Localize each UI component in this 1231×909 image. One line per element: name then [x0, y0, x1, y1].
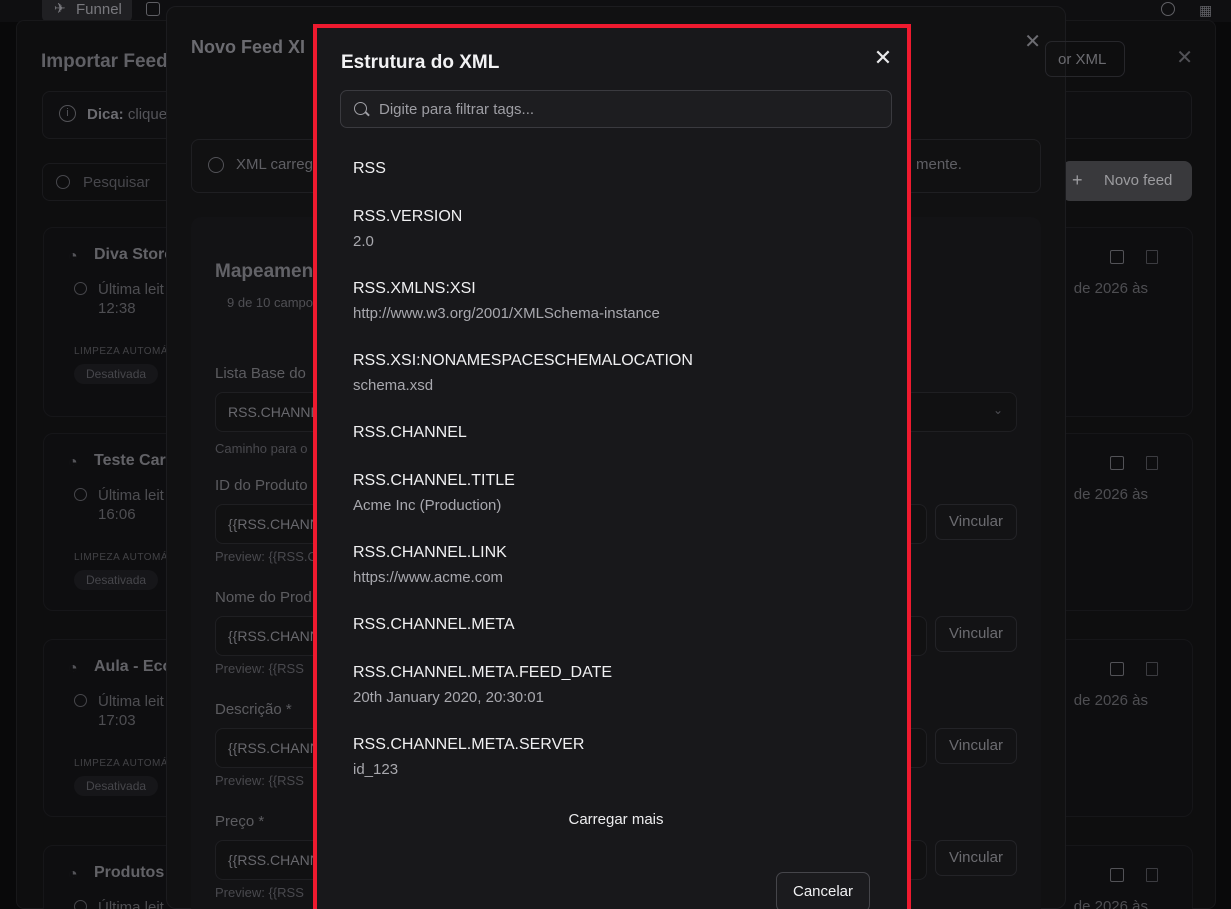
- tag-value: id_123: [353, 761, 399, 778]
- cancel-button[interactable]: Cancelar: [776, 872, 870, 909]
- tag-name: RSS.XMLNS:XSI: [353, 280, 476, 297]
- tag-filter-field: [340, 90, 892, 128]
- tag-name: RSS.CHANNEL.LINK: [353, 544, 507, 561]
- tag-name: RSS.CHANNEL.META: [353, 616, 515, 633]
- close-icon[interactable]: ✕: [871, 46, 895, 70]
- tag-item[interactable]: RSS.CHANNEL.META: [353, 616, 873, 634]
- tag-value: 20th January 2020, 20:30:01: [353, 689, 544, 706]
- tag-item[interactable]: RSS.XSI:NONAMESPACESCHEMALOCATION schema…: [353, 352, 873, 394]
- tag-value: Acme Inc (Production): [353, 497, 502, 514]
- load-more-button[interactable]: Carregar mais: [317, 811, 907, 828]
- tag-filter-input[interactable]: [379, 91, 879, 127]
- tag-name: RSS.CHANNEL: [353, 424, 467, 441]
- tag-value: 2.0: [353, 233, 374, 250]
- tag-item[interactable]: RSS.CHANNEL.META.FEED_DATE 20th January …: [353, 664, 873, 706]
- xml-structure-modal: Estrutura do XML ✕ RSS RSS.VERSION 2.0 R…: [313, 24, 911, 909]
- tag-name: RSS.CHANNEL.META.FEED_DATE: [353, 664, 613, 681]
- modal-title: Estrutura do XML: [341, 52, 500, 73]
- tag-name: RSS.CHANNEL.TITLE: [353, 472, 515, 489]
- tag-value: https://www.acme.com: [353, 569, 504, 586]
- tag-item[interactable]: RSS.CHANNEL.TITLE Acme Inc (Production): [353, 472, 873, 514]
- search-icon: [354, 102, 367, 115]
- tag-name: RSS.XSI:NONAMESPACESCHEMALOCATION: [353, 352, 693, 369]
- tag-item[interactable]: RSS.CHANNEL.META.SERVER id_123: [353, 736, 873, 778]
- tag-item[interactable]: RSS.VERSION 2.0: [353, 208, 873, 250]
- tag-item[interactable]: RSS.CHANNEL.LINK https://www.acme.com: [353, 544, 873, 586]
- tag-name: RSS.VERSION: [353, 208, 463, 225]
- tag-item[interactable]: RSS.XMLNS:XSI http://www.w3.org/2001/XML…: [353, 280, 873, 322]
- tag-item[interactable]: RSS: [353, 160, 873, 178]
- tag-value: schema.xsd: [353, 377, 434, 394]
- tag-item[interactable]: RSS.CHANNEL: [353, 424, 873, 442]
- tag-name: RSS: [353, 160, 386, 177]
- tag-value: http://www.w3.org/2001/XMLSchema-instanc…: [353, 305, 660, 322]
- tag-name: RSS.CHANNEL.META.SERVER: [353, 736, 585, 753]
